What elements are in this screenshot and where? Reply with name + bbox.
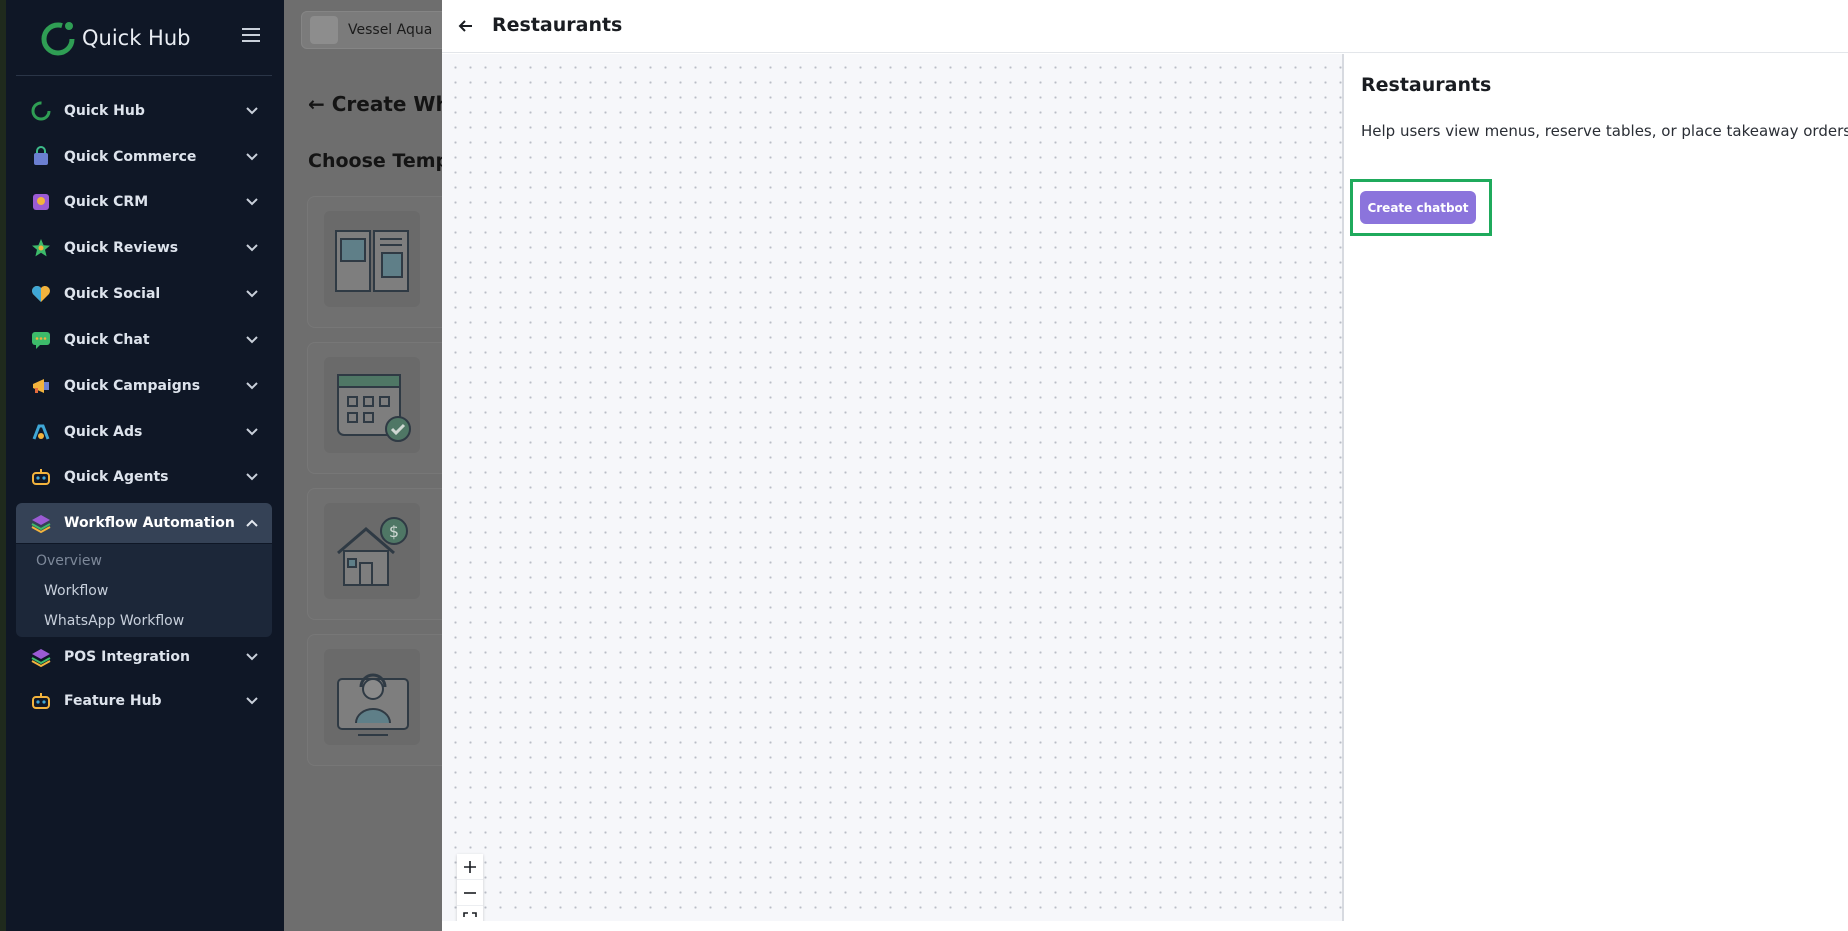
- nav-quick-reviews[interactable]: Quick Reviews: [16, 228, 272, 268]
- menu-book-icon: [335, 230, 409, 292]
- sidebar-edge: [0, 0, 6, 931]
- nav-label: Quick Reviews: [64, 240, 179, 256]
- org-avatar: [310, 16, 338, 44]
- template-thumbnail: [324, 357, 420, 453]
- canvas-controls: [457, 854, 483, 931]
- nav-label: Quick Ads: [64, 424, 143, 440]
- nav-quick-ads[interactable]: Quick Ads: [16, 412, 272, 452]
- brand-logo[interactable]: Quick Hub: [38, 18, 191, 58]
- plus-icon: [464, 860, 476, 873]
- layers-icon: [31, 649, 51, 668]
- chevron-down-icon[interactable]: [246, 336, 258, 344]
- robot-icon: [32, 469, 50, 485]
- template-preview-drawer: Restaurants Restaurants Help users view …: [442, 0, 1848, 931]
- ads-icon: [32, 424, 50, 440]
- zoom-in-button[interactable]: [457, 854, 483, 880]
- zoom-out-button[interactable]: [457, 880, 483, 906]
- chevron-down-icon[interactable]: [246, 697, 258, 705]
- nav-quick-agents[interactable]: Quick Agents: [16, 457, 272, 497]
- calendar-check-icon: [337, 374, 411, 442]
- nav-feature-hub[interactable]: Feature Hub: [16, 681, 272, 721]
- create-chatbot-button[interactable]: Create chatbot: [1360, 191, 1476, 224]
- submenu-whatsapp-workflow[interactable]: WhatsApp Workflow: [44, 613, 184, 629]
- nav-quick-commerce[interactable]: Quick Commerce: [16, 137, 272, 177]
- chevron-down-icon[interactable]: [246, 653, 258, 661]
- chevron-down-icon[interactable]: [246, 107, 258, 115]
- chevron-down-icon[interactable]: [246, 473, 258, 481]
- template-detail-panel: Restaurants Help users view menus, reser…: [1344, 54, 1848, 921]
- chevron-down-icon[interactable]: [246, 244, 258, 252]
- chevron-down-icon[interactable]: [246, 428, 258, 436]
- template-thumbnail: $: [324, 503, 420, 599]
- nav-quick-social[interactable]: Quick Social: [16, 274, 272, 314]
- workflow-submenu: Overview Workflow WhatsApp Workflow: [16, 544, 272, 637]
- nav-quick-crm[interactable]: Quick CRM: [16, 182, 272, 222]
- flow-canvas[interactable]: [442, 54, 1342, 931]
- crm-icon: [33, 194, 49, 210]
- house-dollar-icon: $: [337, 517, 408, 586]
- support-agent-icon: [337, 673, 409, 736]
- star-icon: [32, 239, 50, 257]
- svg-text:$: $: [389, 522, 399, 541]
- quick-hub-icon: [31, 101, 51, 121]
- submenu-workflow[interactable]: Workflow: [44, 583, 108, 599]
- minus-icon: [464, 891, 476, 894]
- chevron-down-icon[interactable]: [246, 198, 258, 206]
- drawer-title: Restaurants: [492, 14, 623, 36]
- template-description: Help users view menus, reserve tables, o…: [1361, 122, 1848, 140]
- chat-bubble-icon: [32, 332, 50, 349]
- nav-label: Feature Hub: [64, 693, 162, 709]
- org-name: Vessel Aqua: [348, 22, 433, 38]
- chevron-down-icon[interactable]: [246, 153, 258, 161]
- quick-hub-logo-icon: [41, 22, 75, 56]
- chevron-down-icon[interactable]: [246, 382, 258, 390]
- nav-label: Quick Chat: [64, 332, 150, 348]
- nav-label: Quick Agents: [64, 469, 169, 485]
- nav-label: Quick Social: [64, 286, 161, 302]
- template-name: Restaurants: [1361, 74, 1492, 96]
- layers-icon: [31, 515, 51, 534]
- chevron-up-icon[interactable]: [246, 519, 258, 527]
- nav-label: Quick Campaigns: [64, 378, 201, 394]
- template-thumbnail: [324, 649, 420, 745]
- sidebar: Quick Hub Quick Hub Quick Commerce Quick…: [0, 0, 284, 931]
- nav-label: Workflow Automation: [64, 515, 235, 531]
- drawer-header: Restaurants: [442, 0, 1848, 53]
- nav-label: Quick Hub: [64, 103, 145, 119]
- megaphone-icon: [33, 379, 49, 393]
- nav-quick-hub[interactable]: Quick Hub: [16, 91, 272, 131]
- nav-label: POS Integration: [64, 649, 190, 665]
- nav-label: Quick Commerce: [64, 149, 197, 165]
- brand-name: Quick Hub: [82, 26, 191, 50]
- nav-quick-campaigns[interactable]: Quick Campaigns: [16, 366, 272, 406]
- back-arrow-icon[interactable]: [456, 16, 476, 36]
- nav-quick-chat[interactable]: Quick Chat: [16, 320, 272, 360]
- heart-icon: [32, 286, 50, 302]
- section-title: Choose Templ: [308, 150, 456, 172]
- drawer-footer: [442, 921, 1848, 931]
- submenu-overview[interactable]: Overview: [36, 553, 102, 569]
- hamburger-menu-icon[interactable]: [240, 26, 262, 44]
- robot-icon: [32, 693, 50, 709]
- organization-selector[interactable]: Vessel Aqua: [301, 11, 451, 49]
- nav-pos-integration[interactable]: POS Integration: [16, 637, 272, 677]
- chevron-down-icon[interactable]: [246, 290, 258, 298]
- page-title[interactable]: ← Create Wha: [308, 92, 463, 116]
- template-thumbnail: [324, 211, 420, 307]
- shopping-bag-icon: [34, 146, 48, 165]
- sidebar-divider: [16, 75, 272, 76]
- nav-label: Quick CRM: [64, 194, 149, 210]
- nav-workflow-automation[interactable]: Workflow Automation: [16, 503, 272, 543]
